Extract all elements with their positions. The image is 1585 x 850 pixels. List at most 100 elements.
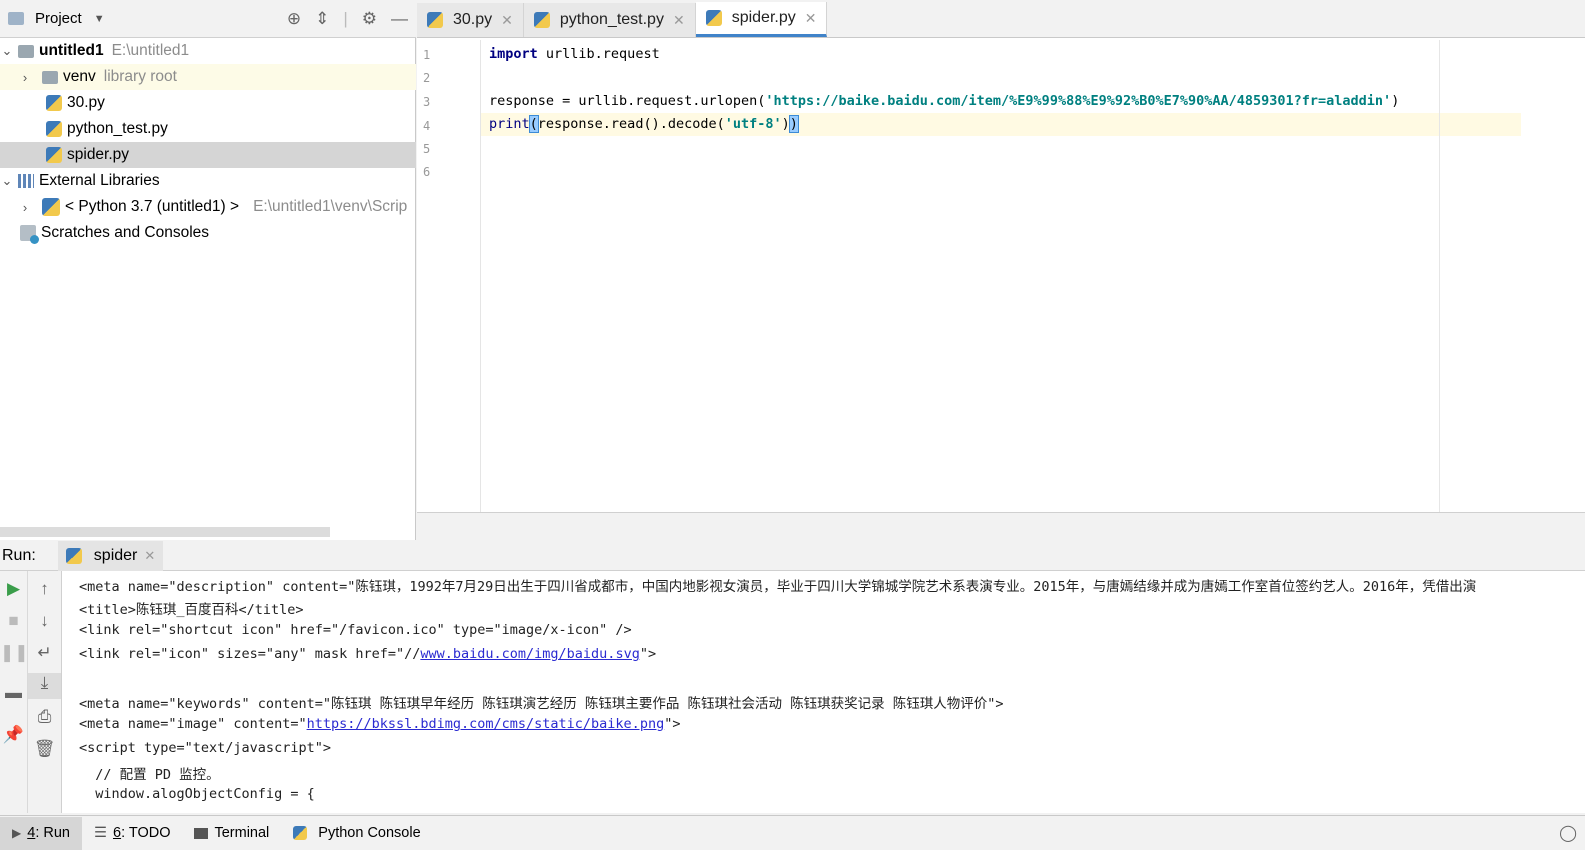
python-console-icon: [293, 826, 308, 840]
line-number-gutter: 1 2 3 4 5 6: [417, 40, 481, 512]
output-text: <meta name="image" content=": [79, 716, 307, 732]
output-link[interactable]: www.baidu.com/img/baidu.svg: [420, 646, 639, 662]
editor-bottom-bar: [417, 512, 1585, 540]
code-text: response = urllib.request.urlopen(: [489, 93, 766, 109]
close-icon[interactable]: ✕: [144, 548, 155, 564]
pin-icon[interactable]: 📌: [0, 725, 27, 745]
run-panel-header: Run: spider ✕: [0, 540, 1585, 571]
soft-wrap-icon[interactable]: ↵: [28, 643, 61, 663]
gear-icon[interactable]: ⚙: [362, 9, 377, 29]
line-number: 5: [423, 142, 431, 156]
chevron-down-icon[interactable]: ⌄: [0, 43, 14, 59]
project-title: Project: [35, 10, 82, 27]
run-label: Run:: [2, 546, 36, 564]
console-output[interactable]: <meta name="description" content="陈钰琪，19…: [62, 571, 1585, 813]
python-sdk-icon: [42, 198, 60, 216]
tab-label: spider.py: [731, 9, 796, 26]
chevron-right-icon[interactable]: ›: [18, 200, 32, 215]
bracket-highlight: (: [528, 115, 539, 133]
code-line-1: import urllib.request: [489, 43, 660, 66]
tree-item-label: Scratches and Consoles: [41, 224, 210, 241]
tree-item-path: E:\untitled1: [111, 42, 190, 59]
event-log-icon[interactable]: ◯: [1559, 823, 1577, 843]
python-file-icon: [46, 95, 62, 111]
output-text: ">: [639, 646, 657, 662]
tool-todo-button[interactable]: ☰ 6: TODO: [82, 817, 183, 850]
tree-item-python-sdk[interactable]: › < Python 3.7 (untitled1) > E:\untitled…: [0, 194, 416, 220]
keyword: import: [489, 46, 538, 62]
run-tab-spider[interactable]: spider ✕: [57, 540, 164, 571]
arrow-up-icon[interactable]: ↑: [28, 579, 61, 599]
code-text: ): [781, 116, 790, 132]
tool-label: : TODO: [121, 825, 171, 841]
chevron-down-icon[interactable]: ⌄: [0, 173, 14, 189]
run-tab-label: spider: [93, 546, 138, 564]
arrow-down-icon[interactable]: ↓: [28, 611, 61, 631]
tool-window-bar: ▶ 4: Run ☰ 6: TODO Terminal Python Conso…: [0, 815, 1585, 850]
terminal-icon: [194, 827, 209, 839]
python-file-icon: [533, 12, 550, 28]
chevron-down-icon: ▼: [93, 12, 105, 25]
tree-item-python-test-py[interactable]: python_test.py: [0, 116, 416, 142]
tool-python-console-button[interactable]: Python Console: [281, 817, 432, 850]
tree-item-label: 30.py: [67, 94, 105, 111]
tab-python-test-py[interactable]: python_test.py ✕: [523, 3, 696, 37]
code-area[interactable]: import urllib.request response = urllib.…: [481, 40, 1585, 512]
tool-run-button[interactable]: ▶ 4: Run: [0, 816, 82, 850]
line-number: 3: [423, 95, 431, 109]
code-text: urllib.request: [537, 46, 660, 62]
tab-label: 30.py: [453, 11, 493, 28]
tree-item-label: venv: [63, 68, 96, 85]
close-icon[interactable]: ✕: [673, 12, 685, 29]
list-icon: ☰: [93, 825, 107, 841]
bracket-highlight: ): [788, 115, 799, 133]
layout-icon[interactable]: ▬: [0, 683, 27, 703]
chevron-right-icon[interactable]: ›: [18, 70, 32, 85]
string-literal: 'https://baike.baidu.com/item/%E9%99%88%…: [765, 93, 1392, 109]
tab-30-py[interactable]: 30.py ✕: [417, 3, 524, 37]
minimize-icon[interactable]: —: [391, 9, 408, 29]
tree-item-30-py[interactable]: 30.py: [0, 90, 416, 116]
trash-icon[interactable]: 🗑: [28, 739, 61, 759]
print-icon[interactable]: ⎙: [28, 707, 61, 727]
output-text: <link rel="icon" sizes="any" mask href="…: [79, 646, 421, 662]
tree-item-label: python_test.py: [67, 120, 168, 137]
scroll-to-end-icon[interactable]: ⤓: [28, 673, 61, 699]
editor-tabs: 30.py ✕ python_test.py ✕ spider.py ✕: [417, 0, 1585, 38]
output-text: ">: [664, 716, 681, 732]
close-icon[interactable]: ✕: [501, 12, 513, 29]
rerun-icon[interactable]: ▶: [0, 579, 27, 599]
project-panel: Project ▼ ⊕ ⇕ | ⚙ — ⌄ untitled1 E:\untit…: [0, 0, 416, 540]
tree-item-path: E:\untitled1\venv\Scrip: [253, 198, 408, 215]
tree-item-note: library root: [103, 68, 177, 85]
scratches-icon: [20, 225, 39, 244]
line-number: 1: [423, 48, 431, 62]
tree-item-scratches[interactable]: Scratches and Consoles: [0, 220, 416, 246]
divider: |: [343, 9, 348, 28]
tree-item-external-libraries[interactable]: ⌄ External Libraries: [0, 168, 416, 194]
tree-item-label: < Python 3.7 (untitled1) >: [65, 198, 240, 215]
close-icon[interactable]: ✕: [805, 10, 817, 27]
tree-item-venv[interactable]: › venv library root: [0, 64, 416, 90]
builtin-function: print: [489, 116, 530, 132]
tool-label: Terminal: [214, 825, 270, 841]
line-number: 2: [423, 71, 431, 85]
line-number: 6: [423, 165, 431, 179]
tab-spider-py[interactable]: spider.py ✕: [695, 2, 828, 37]
stop-icon[interactable]: ■: [0, 611, 27, 631]
project-icon: [8, 12, 24, 25]
collapse-all-icon[interactable]: ⇕: [315, 9, 329, 29]
tree-item-spider-py[interactable]: spider.py: [0, 142, 416, 168]
project-view-selector[interactable]: Project ▼: [8, 10, 105, 27]
output-link[interactable]: https://bkssl.bdimg.com/cms/static/baike…: [307, 716, 665, 732]
output-line: // 配置 PD 监控。: [79, 767, 220, 783]
tool-terminal-button[interactable]: Terminal: [182, 817, 281, 850]
tree-item-label: External Libraries: [39, 172, 160, 189]
horizontal-scrollbar[interactable]: [0, 527, 330, 537]
pause-icon[interactable]: ❚❚: [0, 643, 29, 663]
tree-item-untitled1[interactable]: ⌄ untitled1 E:\untitled1: [0, 38, 416, 64]
output-line: <meta name="keywords" content="陈钰琪 陈钰琪早年…: [79, 696, 1004, 712]
code-line-4: print(response.read().decode('utf-8')): [489, 113, 799, 136]
python-file-icon: [65, 547, 82, 564]
locate-icon[interactable]: ⊕: [287, 9, 301, 29]
